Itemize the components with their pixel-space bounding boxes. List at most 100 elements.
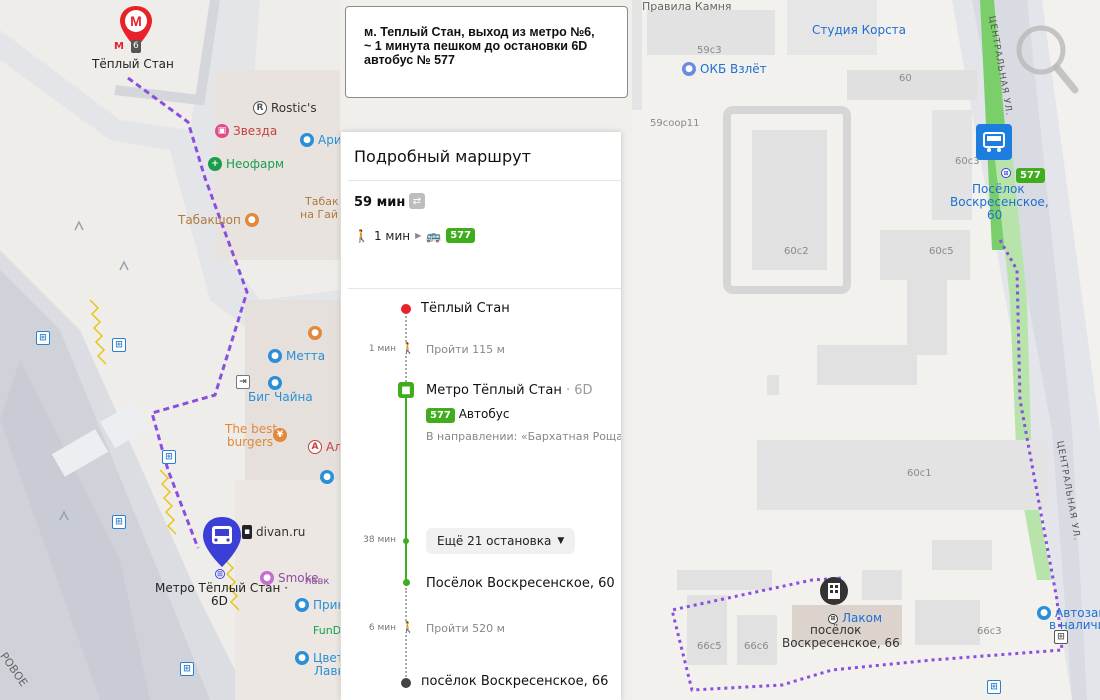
bus-stop-sign-icon[interactable] bbox=[976, 124, 1012, 160]
poi-burgers-icon: ¥ bbox=[273, 428, 287, 442]
transfer-icon: ⇄ bbox=[409, 193, 425, 209]
building-60c1: 60с1 bbox=[907, 468, 932, 479]
ride-dot bbox=[403, 538, 409, 544]
bus-stop-small-icon-right[interactable]: ⊞ bbox=[1054, 630, 1068, 644]
route-note: м. Теплый Стан, выход из метро №6, ~ 1 м… bbox=[345, 6, 628, 98]
store-icon: ● bbox=[268, 349, 282, 363]
poi-ari[interactable]: ● Ари bbox=[300, 133, 340, 147]
divider-2 bbox=[348, 288, 621, 289]
building-pin-icon[interactable] bbox=[819, 576, 849, 610]
building-59: 59соор11 bbox=[650, 118, 700, 129]
walk2-time: 6 мин bbox=[368, 623, 396, 633]
bus-stop-small-icon-right-2[interactable]: ⊞ bbox=[987, 680, 1001, 694]
tram-stop-small-icon-2[interactable]: ⊞ bbox=[112, 515, 126, 529]
building-60c5: 60с5 bbox=[929, 246, 954, 257]
poi-big-china-icon: ● bbox=[268, 376, 282, 390]
building-59c3: 59с3 bbox=[697, 45, 722, 56]
panel-title: Подробный маршрут bbox=[354, 147, 531, 166]
bus-badge-2: 577 bbox=[426, 408, 455, 423]
stop-origin[interactable]: Тёплый Стан bbox=[421, 301, 510, 316]
poi-divan[interactable]: ▪ divan.ru bbox=[242, 525, 305, 539]
entrance-icon: ⇥ bbox=[236, 375, 250, 389]
poi-okb[interactable]: ● ОКБ Взлёт bbox=[682, 62, 767, 76]
walk1-text: Пройти 115 м bbox=[426, 343, 505, 356]
route-duration: 59 мин bbox=[354, 195, 406, 210]
poi-zvezda[interactable]: ▣ Звезда bbox=[215, 124, 277, 138]
shirt-icon: ● bbox=[320, 470, 334, 484]
poi-clothes: ● bbox=[320, 470, 334, 484]
stop-dot-destination bbox=[401, 678, 411, 688]
poi-pravila: Правила Камня bbox=[642, 0, 732, 13]
bus-stop-small-icon-2[interactable]: ⊞ bbox=[162, 450, 176, 464]
metro-exit-badge: 6 bbox=[131, 40, 141, 53]
stop-exit[interactable]: Посёлок Воскресенское, 60 bbox=[426, 576, 615, 591]
bus-badge-map[interactable]: 577 bbox=[1016, 168, 1045, 183]
stop-dot-icon: ⊞ bbox=[828, 613, 838, 624]
metro-station-label: Тёплый Стан bbox=[92, 57, 174, 71]
poi-korsta[interactable]: Студия Корста bbox=[812, 24, 906, 37]
metro-line-icon: M bbox=[114, 41, 124, 52]
pharmacy-icon: + bbox=[208, 157, 222, 171]
poi-rostics[interactable]: R Rostic's bbox=[253, 101, 317, 115]
poi-lavk: Лавк bbox=[314, 664, 340, 678]
route-summary[interactable]: 🚶 1 мин ▶ 🚌 577 bbox=[354, 228, 476, 243]
poi-fundo: FunD bbox=[313, 624, 340, 637]
chevron-down-icon: ▼ bbox=[557, 536, 565, 546]
stop-dot-origin bbox=[401, 304, 411, 314]
building-66c3: 66с3 bbox=[977, 626, 1002, 637]
building-66c5: 66с5 bbox=[697, 641, 722, 652]
poi-al[interactable]: A Ал bbox=[308, 440, 340, 454]
shop-icon: ● bbox=[300, 133, 314, 147]
divider bbox=[348, 180, 621, 181]
stop-destination[interactable]: посёлок Воскресенское, 66 bbox=[421, 674, 608, 689]
walk-icon-2: 🚶 bbox=[401, 342, 415, 355]
note-line-3: автобус № 577 bbox=[364, 53, 455, 67]
print-icon: ● bbox=[295, 598, 309, 612]
search-zoom-icon[interactable] bbox=[1013, 12, 1083, 112]
poi-neofarm[interactable]: + Неофарм bbox=[208, 157, 284, 171]
route-details-panel: Подробный маршрут 59 мин ⇄ 🚶 1 мин ▶ 🚌 5… bbox=[341, 132, 621, 700]
note-line-1: м. Теплый Стан, выход из метро №6, bbox=[364, 25, 595, 39]
poi-tabak-2: на Гай bbox=[300, 208, 339, 221]
walk-icon-3: 🚶 bbox=[401, 621, 415, 634]
stop-board[interactable]: Метро Тёплый Стан · 6D bbox=[426, 383, 593, 398]
poi-tsvet[interactable]: ●Цвет bbox=[295, 651, 340, 665]
food-icon: ● bbox=[308, 326, 322, 340]
fork-knife-icon: ¥ bbox=[273, 428, 287, 442]
tram-stop-small-icon-3[interactable]: ⊞ bbox=[180, 662, 194, 676]
bus-line-info: 577 Автобус bbox=[426, 407, 509, 423]
poi-metta[interactable]: ● Метта bbox=[268, 349, 325, 363]
poi-tabakshop[interactable]: Табакшоп ● bbox=[178, 213, 259, 227]
rostics-icon: R bbox=[253, 101, 267, 115]
poi-entrance: ⇥ bbox=[236, 375, 250, 389]
poi-big-china[interactable]: Биг Чайна bbox=[248, 391, 313, 404]
bus-direction: В направлении: «Бархатная Роща» bbox=[426, 430, 621, 443]
poi-food[interactable]: ● bbox=[308, 326, 322, 340]
dest-label-2: Воскресенское, 66 bbox=[782, 636, 900, 650]
stop-dot-exit bbox=[403, 579, 410, 586]
bus-number-badge: 577 bbox=[446, 228, 476, 243]
bus-stop-pin-icon[interactable] bbox=[200, 515, 244, 571]
stop-marker-small: ⊞ bbox=[215, 569, 225, 579]
poi-smoke-2: лавк bbox=[305, 576, 330, 587]
poi-prin[interactable]: ●Прин bbox=[295, 598, 340, 612]
alfa-icon: A bbox=[308, 440, 322, 454]
stop-label-3: 60 bbox=[987, 208, 1003, 222]
map-left[interactable]: M M 6 Тёплый Стан R Rostic's ▣ Звезда ● Ари… bbox=[0, 0, 340, 700]
bus-line bbox=[405, 398, 407, 586]
bus-stop-small-icon[interactable]: ⊞ bbox=[36, 331, 50, 345]
poi-tabak: Табак bbox=[305, 195, 339, 208]
tea-icon: ● bbox=[268, 376, 282, 390]
walk-icon: 🚶 bbox=[354, 228, 369, 243]
building-60c2: 60с2 bbox=[784, 246, 809, 257]
location-icon: ● bbox=[682, 62, 696, 76]
poi-best-burgers-2[interactable]: burgers bbox=[227, 436, 273, 449]
bus-stop-label-2: 6D bbox=[211, 594, 228, 608]
bus-icon: 🚌 bbox=[426, 228, 442, 243]
more-stops-button[interactable]: Ещё 21 остановка ▼ bbox=[426, 528, 576, 554]
tram-stop-small-icon[interactable]: ⊞ bbox=[112, 338, 126, 352]
ride-time: 38 мин bbox=[363, 535, 396, 545]
note-line-2: ~ 1 минута пешком до остановки 6D bbox=[364, 39, 588, 53]
stop-marker-icon: ⊞ bbox=[1001, 168, 1011, 178]
svg-text:M: M bbox=[130, 13, 142, 29]
